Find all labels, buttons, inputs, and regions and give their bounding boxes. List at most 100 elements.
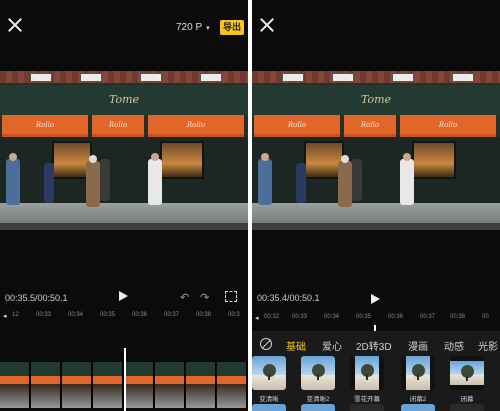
ruler-tick-label: 00:32 xyxy=(264,314,280,320)
ruler-tick-label: 00:34 xyxy=(324,314,340,320)
shop-sign: Tome xyxy=(108,93,140,106)
close-icon[interactable] xyxy=(6,16,24,34)
tab-basic[interactable]: 基础 xyxy=(286,338,306,353)
upper-window xyxy=(392,73,414,82)
effect-item[interactable]: 变清晰2 xyxy=(301,356,335,403)
effect-thumbnail xyxy=(350,356,384,390)
awning-text: Rollo xyxy=(108,121,128,129)
effect-item[interactable]: 雪花开幕 xyxy=(350,356,384,403)
awning: Rollo xyxy=(2,115,88,137)
effect-label: 变清晰 xyxy=(259,396,279,403)
close-icon[interactable] xyxy=(258,16,276,34)
none-icon[interactable] xyxy=(260,338,272,350)
effect-label: 雪花开幕 xyxy=(354,396,380,403)
pedestrian xyxy=(6,159,20,205)
tab-2d-to-3d[interactable]: 2D转3D xyxy=(356,338,392,353)
shop-window xyxy=(412,141,456,179)
play-icon[interactable] xyxy=(119,291,128,301)
play-icon[interactable] xyxy=(371,294,380,304)
pedestrian xyxy=(296,163,306,203)
clip-thumbnail xyxy=(93,362,123,408)
ruler-tick-label: 12 xyxy=(12,312,19,318)
effect-thumbnail xyxy=(301,356,335,390)
playhead[interactable] xyxy=(124,348,126,411)
pedestrian xyxy=(400,159,414,205)
effect-thumbnail xyxy=(401,356,435,390)
playback-time: 00:35.5/00:50.1 xyxy=(5,293,68,303)
pedestrian-head xyxy=(151,153,159,161)
ruler-tick-label: 00:3 xyxy=(228,312,240,318)
clip-thumbnail xyxy=(0,362,30,408)
shop-window xyxy=(160,141,204,179)
ruler-tick-label: 00:35 xyxy=(356,314,372,320)
effect-label: 闭幕 xyxy=(460,396,474,403)
awning-text: Rollo xyxy=(35,121,55,129)
ruler-tick-label: 00:33 xyxy=(292,314,308,320)
curb xyxy=(252,223,500,230)
ruler-start-marker: ◂ xyxy=(255,315,259,322)
pedestrian-head xyxy=(341,155,349,163)
effect-label: 闭幕2 xyxy=(409,396,427,403)
ruler-tick-label: 00:35 xyxy=(100,312,116,318)
tab-light-shadow[interactable]: 光影 xyxy=(478,338,498,353)
tab-dynamic[interactable]: 动感 xyxy=(444,338,464,353)
pedestrian-head xyxy=(261,153,269,161)
awning: Rollo xyxy=(254,115,340,137)
awning-text: Rollo xyxy=(438,121,458,129)
transition-sheet: 基础 爱心 2D转3D 漫画 动感 光影 变清晰 变清晰2 雪花开幕 闭幕2 闭… xyxy=(252,331,500,411)
ruler-tick-label: 00 xyxy=(482,314,489,320)
effect-thumbnail xyxy=(252,356,286,390)
ruler-tick-label: 00:38 xyxy=(450,314,466,320)
ruler-tick-label: 00:34 xyxy=(68,312,84,318)
ruler-tick-label: 00:36 xyxy=(132,312,148,318)
awning-text: Rollo xyxy=(287,121,307,129)
undo-icon[interactable]: ↶ xyxy=(180,291,189,304)
effect-item[interactable]: 闭幕 xyxy=(450,356,484,403)
timeline-ruler[interactable]: ◂ 00:32 00:33 00:34 00:35 00:36 00:37 00… xyxy=(252,311,500,323)
curb xyxy=(0,223,248,230)
clip-thumbnail xyxy=(155,362,185,408)
awning: Rollo xyxy=(344,115,396,137)
pedestrian xyxy=(258,159,272,205)
tab-love[interactable]: 爱心 xyxy=(322,338,342,353)
editor-panel-right: Tome Rollo Rollo Rollo 00:35.4/00:50.1 ◂… xyxy=(252,0,500,411)
transition-category-tabs: 基础 爱心 2D转3D 漫画 动感 光影 xyxy=(252,337,500,353)
ruler-tick-label: 00:38 xyxy=(196,312,212,318)
awning-text: Rollo xyxy=(360,121,380,129)
upper-window xyxy=(200,73,222,82)
ruler-tick-label: 00:37 xyxy=(420,314,436,320)
awning: Rollo xyxy=(92,115,144,137)
export-button[interactable]: 导出 xyxy=(220,20,244,35)
resolution-label: 720 P xyxy=(176,22,203,33)
upper-window xyxy=(80,73,102,82)
awning: Rollo xyxy=(400,115,496,137)
upper-window xyxy=(452,73,474,82)
upper-window xyxy=(332,73,354,82)
clip-thumbnail xyxy=(31,362,61,408)
tab-comic[interactable]: 漫画 xyxy=(408,338,428,353)
pedestrian xyxy=(352,159,362,201)
app-root: 720 P ▾ 导出 Tome Rollo Rollo Rollo 00:35.… xyxy=(0,0,500,411)
clip-thumbnail xyxy=(62,362,92,408)
pedestrian xyxy=(338,161,352,207)
pedestrian xyxy=(44,163,54,203)
upper-window xyxy=(282,73,304,82)
effect-item[interactable]: 闭幕2 xyxy=(401,356,435,403)
effect-thumbnail xyxy=(450,356,484,390)
ruler-tick-label: 00:36 xyxy=(388,314,404,320)
clip-thumbnail xyxy=(124,362,154,408)
video-preview[interactable]: Tome Rollo Rollo Rollo xyxy=(252,71,500,230)
resolution-selector[interactable]: 720 P ▾ xyxy=(176,22,210,33)
pedestrian xyxy=(100,159,110,201)
awning: Rollo xyxy=(148,115,244,137)
upper-window xyxy=(30,73,52,82)
effects-next-row xyxy=(252,404,500,411)
effect-item[interactable]: 变清晰 xyxy=(252,356,286,403)
playback-time: 00:35.4/00:50.1 xyxy=(257,293,320,303)
redo-icon[interactable]: ↷ xyxy=(200,291,209,304)
awning-text: Rollo xyxy=(186,121,206,129)
timeline-ruler[interactable]: ◂ 12 00:33 00:34 00:35 00:36 00:37 00:38… xyxy=(0,309,248,321)
video-preview[interactable]: Tome Rollo Rollo Rollo xyxy=(0,71,248,230)
fullscreen-icon[interactable] xyxy=(225,291,237,302)
shopfront xyxy=(252,137,500,203)
